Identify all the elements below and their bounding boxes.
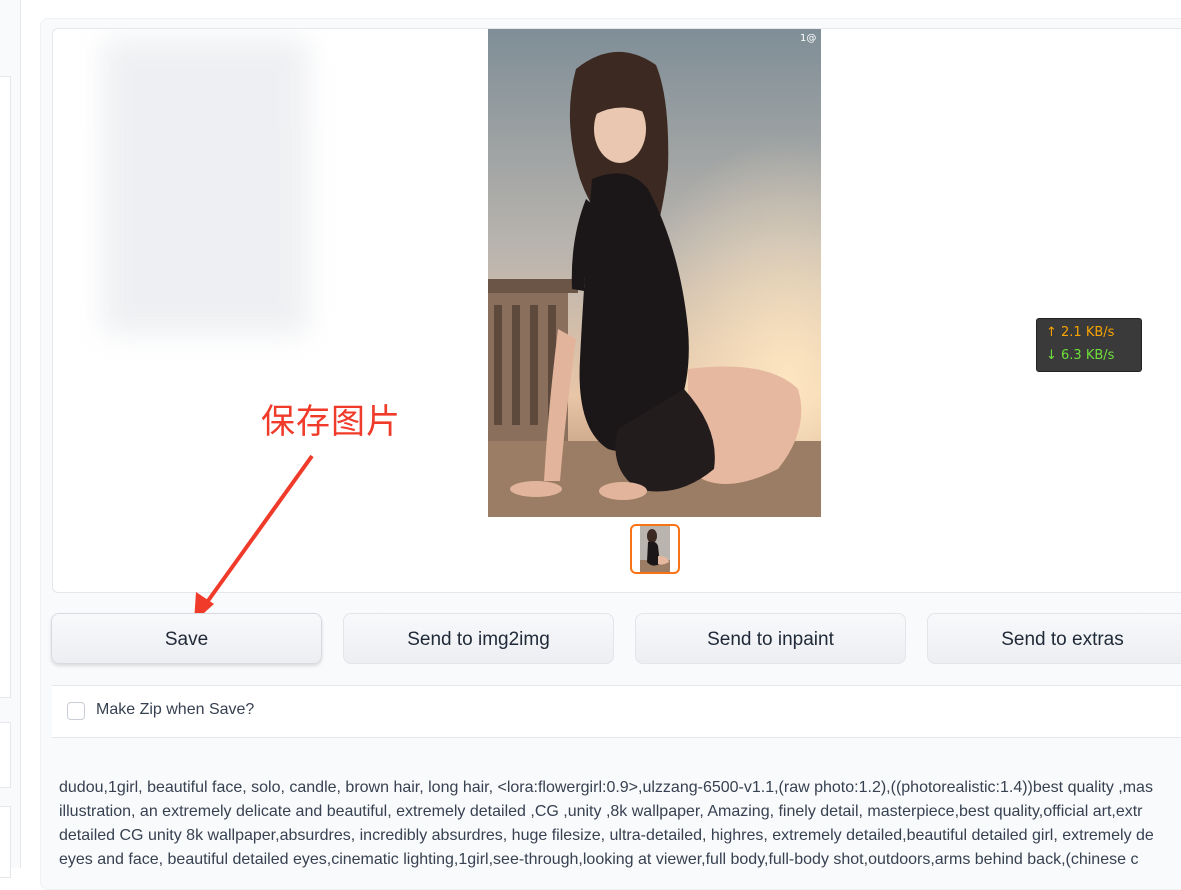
left-panel-lower [0, 722, 11, 788]
annotation-label: 保存图片 [261, 402, 401, 442]
left-panel-upper [0, 76, 11, 698]
left-panel-edge [0, 0, 21, 878]
prompt-line: eyes and face, beautiful detailed eyes,c… [59, 851, 1139, 868]
prompt-line: dudou,1girl, beautiful face, solo, candl… [59, 779, 1153, 796]
upload-speed: ↑ 2.1 KB/s [1046, 325, 1115, 340]
left-panel-bottom [0, 806, 11, 878]
send-to-inpaint-button[interactable]: Send to inpaint [635, 613, 906, 664]
network-speed-monitor: ↑ 2.1 KB/s ↓ 6.3 KB/s [1036, 318, 1142, 372]
blurred-preview-image [103, 39, 308, 334]
save-button[interactable]: Save [51, 613, 322, 664]
make-zip-label[interactable]: Make Zip when Save? [96, 701, 254, 719]
watermark-text: 1@ [800, 33, 816, 44]
send-to-extras-button[interactable]: Send to extras [927, 613, 1181, 664]
gallery-thumbnail[interactable] [630, 524, 680, 574]
generated-image[interactable]: 1@ [488, 29, 821, 517]
prompt-line: detailed CG unity 8k wallpaper,absurdres… [59, 827, 1154, 844]
image-gallery: 1@ [52, 28, 1181, 593]
send-to-img2img-button[interactable]: Send to img2img [343, 613, 614, 664]
download-speed: ↓ 6.3 KB/s [1046, 348, 1115, 363]
zip-option-row: Make Zip when Save? [52, 685, 1181, 738]
generation-info: dudou,1girl, beautiful face, solo, candl… [59, 776, 1181, 872]
prompt-line: illustration, an extremely delicate and … [59, 803, 1143, 820]
make-zip-checkbox[interactable] [67, 702, 85, 720]
